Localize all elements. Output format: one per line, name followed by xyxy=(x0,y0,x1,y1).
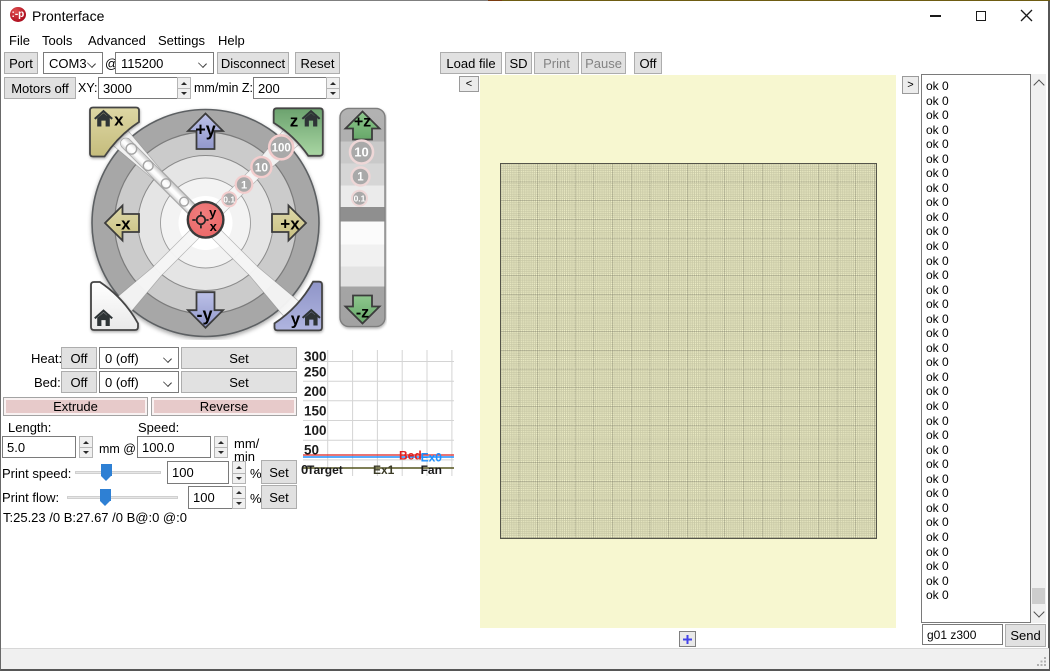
svg-text:-z: -z xyxy=(356,305,369,322)
svg-text:0.1: 0.1 xyxy=(354,194,366,204)
svg-text:Ex1: Ex1 xyxy=(373,463,395,477)
svg-text:250: 250 xyxy=(304,364,327,379)
svg-text:+y: +y xyxy=(195,120,216,140)
svg-text:+x: +x xyxy=(280,215,300,234)
svg-text:100: 100 xyxy=(304,423,327,438)
svg-text:+z: +z xyxy=(354,114,371,131)
svg-text:100: 100 xyxy=(272,142,291,154)
svg-text:y: y xyxy=(291,310,301,329)
svg-text:50: 50 xyxy=(304,442,319,457)
svg-text:y: y xyxy=(209,205,217,220)
svg-text:Bed: Bed xyxy=(399,449,422,463)
svg-text:10: 10 xyxy=(354,145,368,160)
svg-text:z: z xyxy=(290,112,299,131)
svg-text:-y: -y xyxy=(196,305,212,325)
svg-text:10: 10 xyxy=(255,160,269,174)
svg-text:1: 1 xyxy=(357,172,364,184)
svg-text:x: x xyxy=(210,219,218,234)
svg-text:Target: Target xyxy=(307,463,343,477)
svg-text:Fan: Fan xyxy=(421,463,442,477)
svg-text:0.1: 0.1 xyxy=(223,194,235,204)
svg-text:150: 150 xyxy=(304,404,327,419)
svg-text:200: 200 xyxy=(304,384,327,399)
svg-text:1: 1 xyxy=(241,180,247,192)
svg-text:300: 300 xyxy=(304,349,327,364)
svg-text:x: x xyxy=(114,111,124,130)
svg-text:-x: -x xyxy=(115,215,131,234)
